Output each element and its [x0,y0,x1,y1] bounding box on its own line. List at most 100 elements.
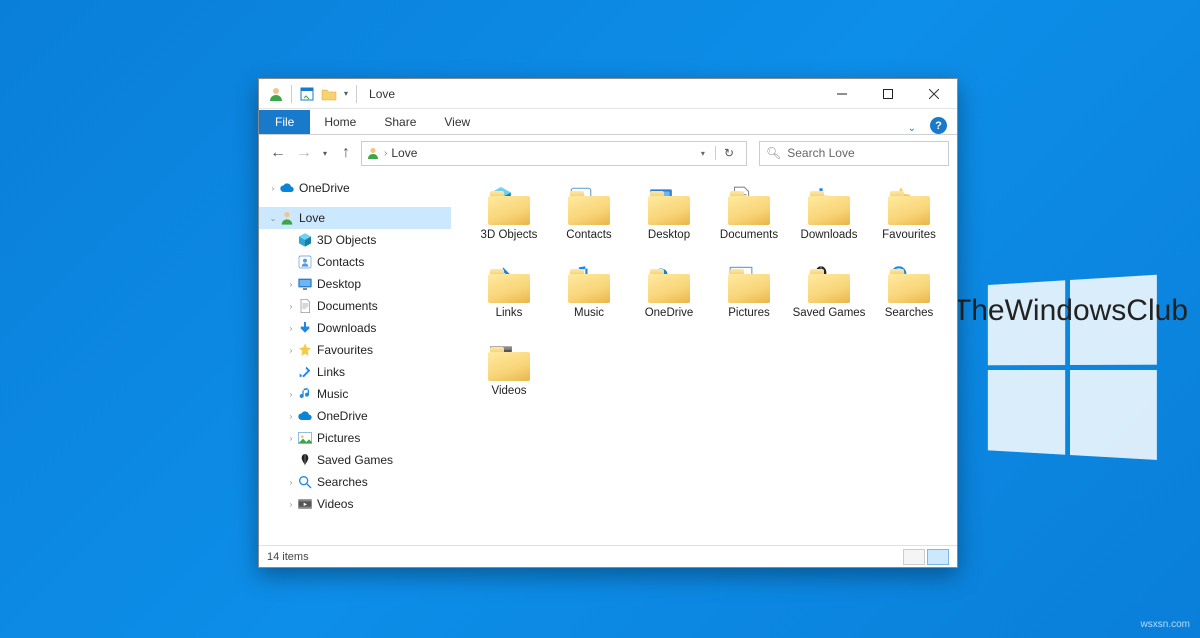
expander-icon[interactable]: › [285,302,297,311]
tree-item-favourites[interactable]: ›Favourites [259,339,451,361]
tree-item-onedrive[interactable]: ›OneDrive [259,405,451,427]
user-icon [279,210,295,226]
content-pane[interactable]: 3D Objects Contacts Desktop Documents Downlo… [451,171,957,545]
folder-label: Contacts [566,229,611,243]
folder-label: Downloads [801,229,858,243]
expander-icon[interactable]: › [285,500,297,509]
tree-item-label: Love [299,211,325,225]
folder-icon [886,185,932,227]
expander-icon[interactable]: › [285,324,297,333]
file-tab[interactable]: File [259,110,310,134]
folder-icon [726,263,772,305]
folder-item-searches[interactable]: Searches [869,261,949,339]
tree-item-love[interactable]: ⌄ Love [259,207,451,229]
folder-label: Music [574,307,604,321]
folder-label: 3D Objects [481,229,538,243]
address-user-icon [366,146,380,160]
folder-icon [486,341,532,383]
tree-item-pictures[interactable]: ›Pictures [259,427,451,449]
titlebar[interactable]: ▾ Love [259,79,957,109]
folder-label: Desktop [648,229,690,243]
search-icon [297,474,313,490]
view-icons-button[interactable] [927,549,949,565]
folder-icon [646,263,692,305]
folder-item-music[interactable]: Music [549,261,629,339]
tree-item-links[interactable]: Links [259,361,451,383]
tree-item-documents[interactable]: ›Documents [259,295,451,317]
tree-item-label: Links [317,365,345,379]
expander-icon[interactable]: › [285,390,297,399]
tab-home[interactable]: Home [310,110,370,134]
tab-view[interactable]: View [430,110,484,134]
cloud-icon [279,180,295,196]
maximize-button[interactable] [865,79,911,109]
folder-item-desktop[interactable]: Desktop [629,183,709,261]
back-button[interactable]: ← [267,141,289,165]
ribbon-tabs: File Home Share View ⌄ ? [259,109,957,135]
close-button[interactable] [911,79,957,109]
expander-icon[interactable]: › [285,280,297,289]
folder-item-pictures[interactable]: Pictures [709,261,789,339]
status-bar: 14 items [259,545,957,567]
expander-icon[interactable]: › [285,434,297,443]
tree-item-searches[interactable]: ›Searches [259,471,451,493]
cloud-icon [297,408,313,424]
folder-item-favourites[interactable]: Favourites [869,183,949,261]
expander-icon[interactable]: › [267,184,279,193]
tree-item-3d-objects[interactable]: 3D Objects [259,229,451,251]
search-icon: 🔍︎ [766,146,781,160]
desktop-icon [297,276,313,292]
expander-icon[interactable]: ⌄ [267,214,279,223]
forward-button[interactable]: → [293,141,315,165]
qat-dropdown-icon[interactable]: ▾ [344,89,348,98]
expander-icon[interactable]: › [285,478,297,487]
tree-item-label: Desktop [317,277,361,291]
folder-item-3d-objects[interactable]: 3D Objects [469,183,549,261]
folder-item-downloads[interactable]: Downloads [789,183,869,261]
ribbon-collapse-icon[interactable]: ⌄ [908,123,916,134]
help-button[interactable]: ? [930,117,947,134]
folder-icon[interactable] [320,85,338,103]
tree-item-onedrive[interactable]: › OneDrive [259,177,451,199]
doc-icon [297,298,313,314]
expander-icon[interactable]: › [285,412,297,421]
folder-item-saved-games[interactable]: Saved Games [789,261,869,339]
address-bar[interactable]: › Love ▾ ↻ [361,141,747,166]
folder-icon [806,263,852,305]
recent-dropdown-icon[interactable]: ▾ [319,141,331,165]
breadcrumb-current[interactable]: Love [391,146,417,160]
tree-item-downloads[interactable]: ›Downloads [259,317,451,339]
tree-item-label: Videos [317,497,353,511]
tree-item-videos[interactable]: › Videos [259,493,451,515]
up-button[interactable]: ↑ [335,141,357,165]
navigation-pane[interactable]: ›OneDrive⌄Love3D ObjectsContacts›Desktop… [259,171,451,545]
search-input[interactable]: 🔍︎ Search Love [759,141,949,166]
tree-item-label: Saved Games [317,453,393,467]
refresh-button[interactable]: ↻ [715,146,742,160]
tree-item-label: OneDrive [299,181,350,195]
expander-icon[interactable]: › [285,346,297,355]
cube-icon [297,232,313,248]
search-placeholder: Search Love [787,146,854,160]
minimize-button[interactable] [819,79,865,109]
tree-item-saved-games[interactable]: Saved Games [259,449,451,471]
folder-item-onedrive[interactable]: OneDrive [629,261,709,339]
view-details-button[interactable] [903,549,925,565]
explorer-window: ▾ Love File Home Share View ⌄ ? ← → ▾ ↑ … [258,78,958,568]
folder-item-videos[interactable]: Videos [469,339,549,417]
folder-item-documents[interactable]: Documents [709,183,789,261]
down-icon [297,320,313,336]
folder-label: Pictures [728,307,770,321]
folder-item-contacts[interactable]: Contacts [549,183,629,261]
tree-item-desktop[interactable]: › Desktop [259,273,451,295]
tree-item-contacts[interactable]: Contacts [259,251,451,273]
address-dropdown-icon[interactable]: ▾ [695,149,711,158]
folder-item-links[interactable]: Links [469,261,549,339]
properties-icon[interactable] [298,85,316,103]
tree-item-music[interactable]: ›Music [259,383,451,405]
tree-item-label: Contacts [317,255,364,269]
contacts-icon [297,254,313,270]
tab-share[interactable]: Share [370,110,430,134]
music-icon [297,386,313,402]
chevron-right-icon: › [384,148,387,159]
